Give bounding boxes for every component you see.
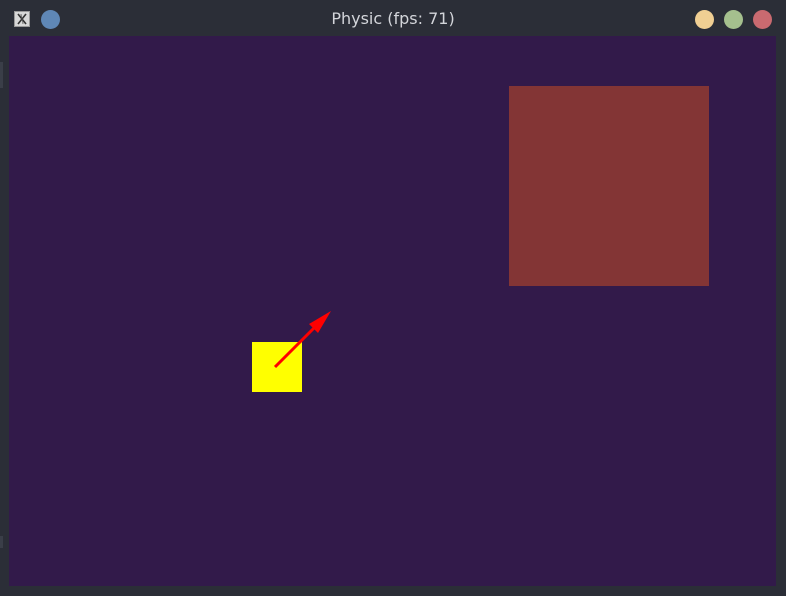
player-square	[252, 342, 302, 392]
left-edge-mark	[0, 62, 3, 88]
left-edge-mark	[0, 536, 3, 548]
title-bar[interactable]: Physic (fps: 71)	[0, 0, 786, 36]
minimize-button[interactable]	[695, 10, 714, 29]
velocity-arrow-head	[309, 311, 331, 333]
close-button[interactable]	[753, 10, 772, 29]
window-title: Physic (fps: 71)	[331, 9, 455, 28]
maximize-button[interactable]	[724, 10, 743, 29]
obstacle-square	[509, 86, 709, 286]
app-window: Physic (fps: 71)	[0, 0, 786, 596]
physics-canvas[interactable]	[9, 36, 776, 586]
